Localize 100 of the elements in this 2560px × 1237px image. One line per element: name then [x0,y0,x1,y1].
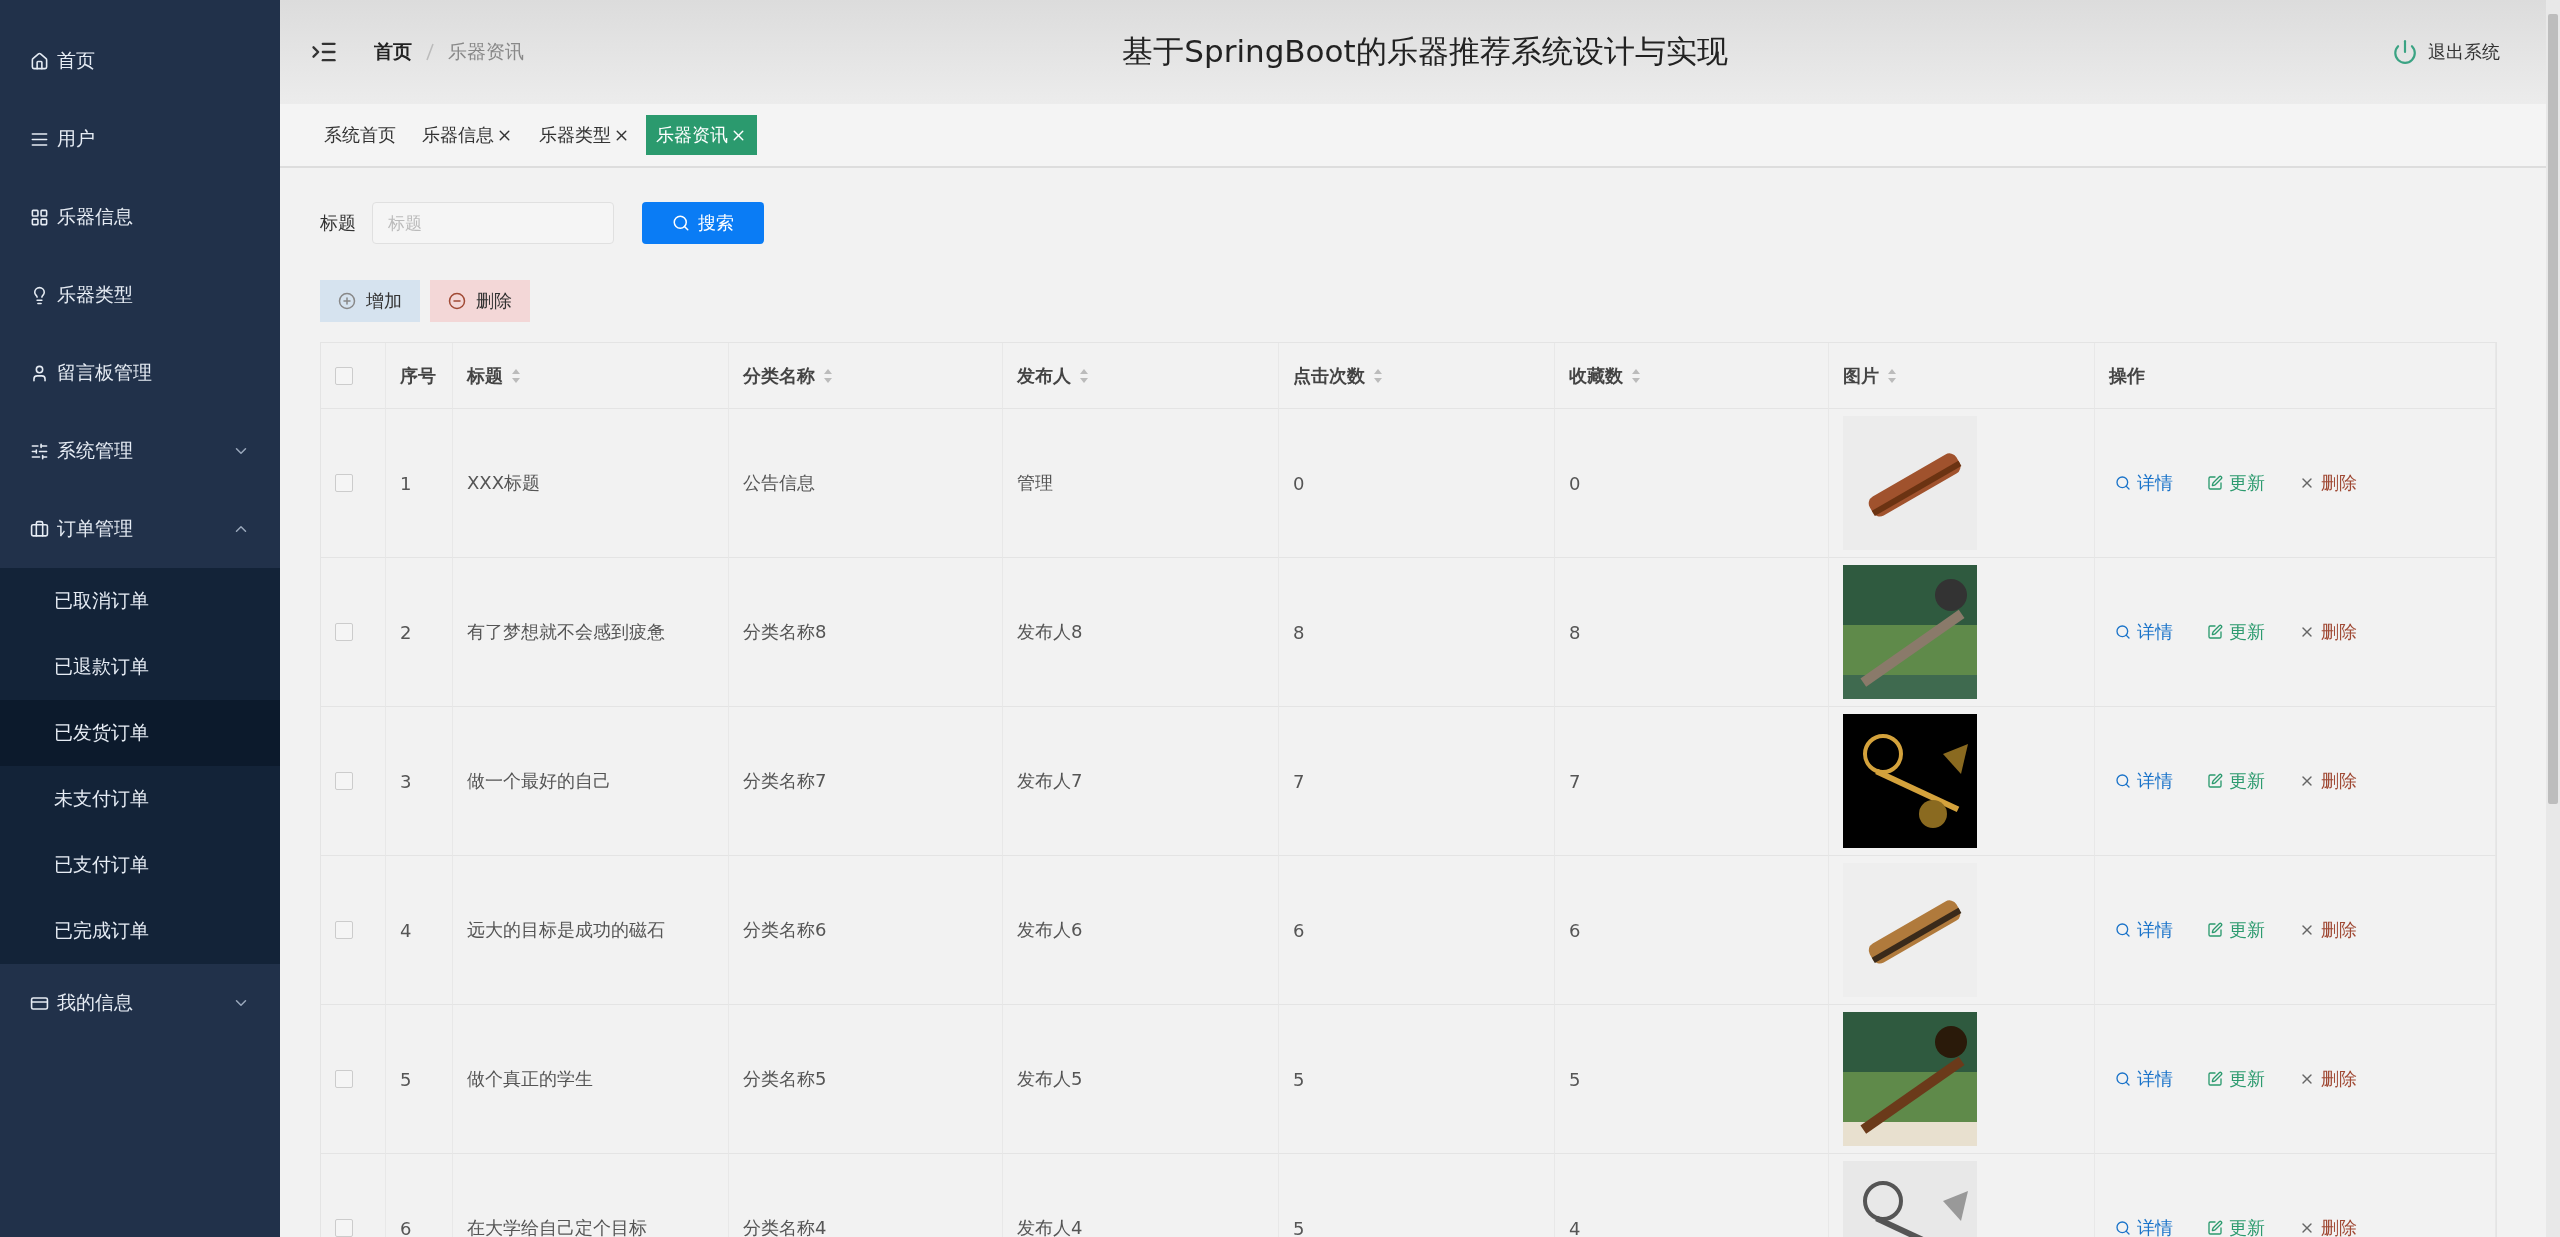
table-cell: 6 [1569,919,1581,941]
table-cell: 7 [1569,770,1581,792]
search-icon [2115,1071,2131,1087]
menu-item[interactable]: 系统管理 [0,412,280,490]
table-cell: 5 [1569,1068,1581,1090]
sort-icon[interactable] [1887,367,1897,384]
detail-link[interactable]: 详情 [2115,620,2173,644]
sort-icon[interactable] [1079,367,1089,384]
column-header: 分类名称 [743,363,815,388]
submenu-item[interactable]: 未支付订单 [0,766,280,832]
delete-link[interactable]: 删除 [2299,769,2357,793]
sort-icon[interactable] [1373,367,1383,384]
header-cell[interactable]: 图片 [1829,343,2095,409]
delete-link[interactable]: 删除 [2299,1067,2357,1091]
page-title: 基于SpringBoot的乐器推荐系统设计与实现 [1122,32,1728,71]
table-cell: 6 [400,1217,412,1237]
table-cell: 做一个最好的自己 [467,769,611,793]
submenu-item[interactable]: 已完成订单 [0,898,280,964]
table-cell: 远大的目标是成功的磁石 [467,918,665,942]
column-header: 发布人 [1017,363,1071,388]
table-cell: 分类名称8 [743,620,827,644]
table-cell: 6 [1293,919,1305,941]
tab[interactable]: 系统首页 [314,115,406,155]
menu-item[interactable]: 乐器类型 [0,256,280,334]
header-cell[interactable]: 分类名称 [729,343,1003,409]
edit-icon [2207,475,2223,491]
table-cell: 5 [1293,1068,1305,1090]
submenu-item[interactable]: 已支付订单 [0,832,280,898]
sort-icon[interactable] [511,367,521,384]
search-button[interactable]: 搜索 [642,202,764,244]
sort-icon[interactable] [1631,367,1641,384]
table-cell: 分类名称6 [743,918,827,942]
scrollbar[interactable] [2546,0,2560,1237]
checkbox[interactable] [335,1070,353,1088]
minus-icon [448,292,466,310]
menu-item[interactable]: 首页 [0,22,280,100]
header-cell[interactable]: 标题 [453,343,729,409]
header-cell[interactable]: 收藏数 [1555,343,1829,409]
detail-link[interactable]: 详情 [2115,471,2173,495]
person-icon [30,363,49,383]
search-icon [672,214,690,232]
table-cell: 0 [1293,472,1305,494]
detail-link[interactable]: 详情 [2115,769,2173,793]
table-cell: 7 [1293,770,1305,792]
checkbox[interactable] [335,474,353,492]
briefcase-icon [30,519,49,539]
checkbox[interactable] [335,366,353,385]
edit-icon [2207,1071,2223,1087]
power-icon [2392,39,2418,65]
detail-link[interactable]: 详情 [2115,1067,2173,1091]
column-header: 点击次数 [1293,363,1365,388]
checkbox[interactable] [335,772,353,790]
search-icon [2115,475,2131,491]
field-label: 标题 [320,211,356,235]
delete-link[interactable]: 删除 [2299,620,2357,644]
header-cell[interactable]: 点击次数 [1279,343,1555,409]
tab[interactable]: 乐器资讯 [646,115,757,155]
table-cell: 发布人8 [1017,620,1083,644]
sort-icon[interactable] [823,367,833,384]
menu-item[interactable]: 订单管理 [0,490,280,568]
table-cell: 3 [400,770,412,792]
table-cell: 管理 [1017,471,1053,495]
edit-icon [2207,922,2223,938]
tab[interactable]: 乐器信息 [412,115,523,155]
delete-link[interactable]: 删除 [2299,471,2357,495]
search-icon [2115,922,2131,938]
table-cell: 8 [1569,621,1581,643]
table-cell: XXX标题 [467,471,540,495]
add-button[interactable]: 增加 [320,280,420,322]
detail-link[interactable]: 详情 [2115,1216,2173,1237]
detail-link[interactable]: 详情 [2115,918,2173,942]
search-field[interactable]: 标题 [372,202,614,244]
delete-button[interactable]: 删除 [430,280,530,322]
separator-icon [426,43,434,61]
submenu-item[interactable]: 已取消订单 [0,568,280,634]
table-cell: 分类名称5 [743,1067,827,1091]
delete-link[interactable]: 删除 [2299,1216,2357,1237]
sliders-icon [30,441,49,461]
table-cell: 发布人6 [1017,918,1083,942]
search-icon [2115,773,2131,789]
tab[interactable]: 乐器类型 [529,115,640,155]
grid-icon [30,207,49,227]
checkbox[interactable] [335,623,353,641]
checkbox[interactable] [335,1219,353,1237]
checkbox[interactable] [335,921,353,939]
menu-item[interactable]: 乐器信息 [0,178,280,256]
logout-button[interactable]: 退出系统 [2386,38,2506,66]
table-cell: 5 [400,1068,412,1090]
submenu-item[interactable]: 已发货订单 [0,700,280,766]
edit-icon [2207,1220,2223,1236]
menu-item[interactable]: 留言板管理 [0,334,280,412]
breadcrumb-link[interactable]: 首页 [374,39,412,65]
header-cell[interactable]: 发布人 [1003,343,1279,409]
table-cell: 发布人4 [1017,1216,1083,1237]
menu-item[interactable]: 我的信息 [0,964,280,1042]
table-cell: 分类名称4 [743,1216,827,1237]
column-header: 标题 [467,363,503,388]
submenu-item[interactable]: 已退款订单 [0,634,280,700]
delete-link[interactable]: 删除 [2299,918,2357,942]
menu-item[interactable]: 用户 [0,100,280,178]
